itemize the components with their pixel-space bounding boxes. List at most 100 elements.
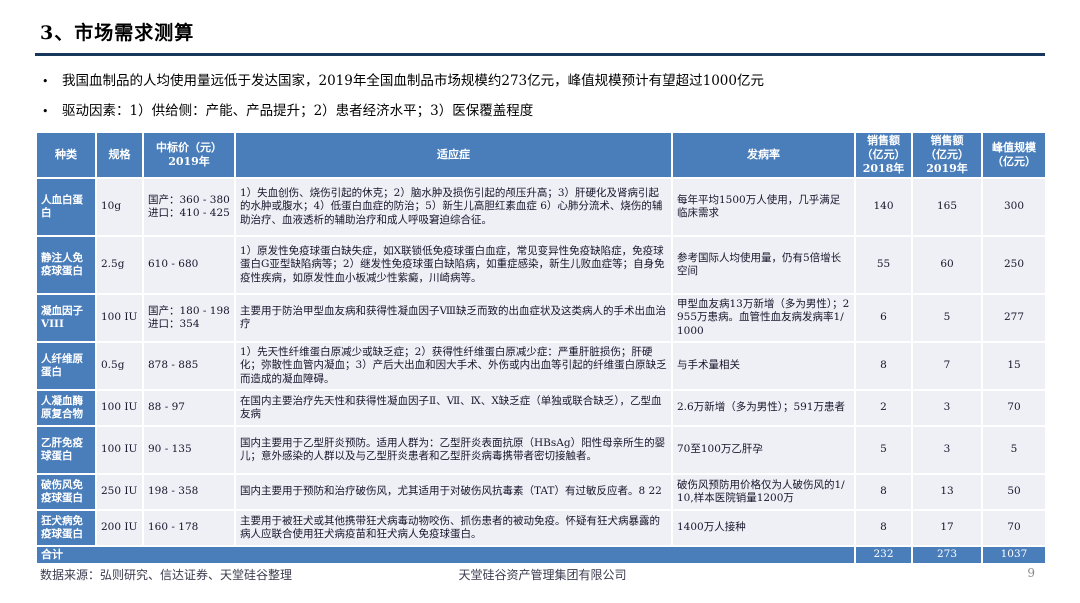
table-header-row: 种类 规格 中标价（元） 2019年 适应症 发病率 销售额 （亿元） 2018…	[36, 132, 1046, 178]
table-total-row: 合计 232 273 1037	[36, 546, 1046, 564]
cell-price: 88 - 97	[143, 390, 235, 426]
cell-incidence: 参考国际人均使用量，仍有5倍增长空间	[672, 236, 855, 294]
cell-sales-2019: 60	[912, 236, 982, 294]
company-name: 天堂硅谷资产管理集团有限公司	[458, 566, 626, 583]
col-header-spec: 规格	[96, 132, 143, 178]
cell-type: 凝血因子VIII	[36, 294, 96, 342]
cell-sales-2018: 140	[855, 178, 912, 236]
cell-incidence: 70至100万乙肝孕	[672, 426, 855, 474]
col-header-price: 中标价（元） 2019年	[143, 132, 235, 178]
cell-type: 人纤维原蛋白	[36, 342, 96, 390]
cell-sales-2019: 3	[912, 390, 982, 426]
bullet-marker-icon: •	[42, 102, 62, 122]
total-sales-2018: 232	[855, 546, 912, 564]
page-number: 9	[1027, 566, 1035, 580]
cell-peak: 15	[982, 342, 1046, 390]
col-header-incidence: 发病率	[672, 132, 855, 178]
cell-incidence: 破伤风预防用价格仅为人破伤风的1/10,样本医院销量1200万	[672, 474, 855, 510]
cell-peak: 70	[982, 390, 1046, 426]
cell-indication: 国内主要用于乙型肝炎预防。适用人群为：乙型肝炎表面抗原（HBsAg）阳性母亲所生…	[235, 426, 672, 474]
bullet-list: • 我国血制品的人均使用量远低于发达国家，2019年全国血制品市场规模约273亿…	[42, 72, 1042, 132]
cell-incidence: 与手术量相关	[672, 342, 855, 390]
cell-indication: 主要用于防治甲型血友病和获得性凝血因子Ⅷ缺乏而致的出血症状及这类病人的手术出血治…	[235, 294, 672, 342]
cell-indication: 主要用于被狂犬或其他携带狂犬病毒动物咬伤、抓伤患者的被动免疫。怀疑有狂犬病暴露的…	[235, 510, 672, 546]
slide: 3、市场需求测算 • 我国血制品的人均使用量远低于发达国家，2019年全国血制品…	[0, 0, 1080, 603]
data-source-note: 数据来源：弘则研究、信达证券、天堂硅谷整理	[40, 566, 292, 583]
bullet-marker-icon: •	[42, 72, 62, 92]
cell-type: 乙肝免疫球蛋白	[36, 426, 96, 474]
cell-peak: 250	[982, 236, 1046, 294]
cell-sales-2019: 7	[912, 342, 982, 390]
col-header-type: 种类	[36, 132, 96, 178]
bullet-text: 驱动因素：1）供给侧：产能、产品提升；2）患者经济水平；3）医保覆盖程度	[62, 102, 533, 122]
cell-price: 国产：180 - 198 进口：354	[143, 294, 235, 342]
cell-price: 198 - 358	[143, 474, 235, 510]
cell-price: 160 - 178	[143, 510, 235, 546]
cell-sales-2018: 5	[855, 426, 912, 474]
bullet-item: • 我国血制品的人均使用量远低于发达国家，2019年全国血制品市场规模约273亿…	[42, 72, 1042, 92]
table-row: 凝血因子VIII 100 IU 国产：180 - 198 进口：354 主要用于…	[36, 294, 1046, 342]
cell-spec: 100 IU	[96, 390, 143, 426]
total-sales-2019: 273	[912, 546, 982, 564]
cell-price: 90 - 135	[143, 426, 235, 474]
col-header-indication: 适应症	[235, 132, 672, 178]
table-row: 静注人免疫球蛋白 2.5g 610 - 680 1）原发性免疫球蛋白缺失症，如X…	[36, 236, 1046, 294]
cell-sales-2019: 13	[912, 474, 982, 510]
cell-spec: 10g	[96, 178, 143, 236]
cell-spec: 100 IU	[96, 294, 143, 342]
cell-peak: 277	[982, 294, 1046, 342]
table-row: 狂犬病免疫球蛋白 200 IU 160 - 178 主要用于被狂犬或其他携带狂犬…	[36, 510, 1046, 546]
cell-incidence: 2.6万新增（多为男性）；591万患者	[672, 390, 855, 426]
cell-indication: 1）先天性纤维蛋白原减少或缺乏症；2）获得性纤维蛋白原减少症：严重肝脏损伤；肝硬…	[235, 342, 672, 390]
cell-spec: 100 IU	[96, 426, 143, 474]
col-header-sales-2018: 销售额 （亿元） 2018年	[855, 132, 912, 178]
cell-peak: 50	[982, 474, 1046, 510]
cell-indication: 国内主要用于预防和治疗破伤风，尤其适用于对破伤风抗毒素（TAT）有过敏反应者。8…	[235, 474, 672, 510]
total-peak: 1037	[982, 546, 1046, 564]
cell-indication: 1）失血创伤、烧伤引起的休克；2）脑水肿及损伤引起的颅压升高；3）肝硬化及肾病引…	[235, 178, 672, 236]
cell-price: 国产：360 - 380 进口：410 - 425	[143, 178, 235, 236]
cell-type: 人凝血酶原复合物	[36, 390, 96, 426]
table-row: 乙肝免疫球蛋白 100 IU 90 - 135 国内主要用于乙型肝炎预防。适用人…	[36, 426, 1046, 474]
cell-spec: 250 IU	[96, 474, 143, 510]
blood-products-table: 种类 规格 中标价（元） 2019年 适应症 发病率 销售额 （亿元） 2018…	[35, 131, 1047, 565]
bullet-text: 我国血制品的人均使用量远低于发达国家，2019年全国血制品市场规模约273亿元，…	[62, 72, 764, 92]
cell-spec: 200 IU	[96, 510, 143, 546]
cell-peak: 70	[982, 510, 1046, 546]
cell-sales-2018: 8	[855, 342, 912, 390]
cell-sales-2018: 8	[855, 474, 912, 510]
cell-spec: 0.5g	[96, 342, 143, 390]
cell-sales-2018: 6	[855, 294, 912, 342]
title-divider	[35, 53, 1045, 56]
cell-incidence: 甲型血友病13万新增（多为男性）；2955万患病。血管性血友病发病率1/1000	[672, 294, 855, 342]
table-row: 人凝血酶原复合物 100 IU 88 - 97 在国内主要治疗先天性和获得性凝血…	[36, 390, 1046, 426]
page-title: 3、市场需求测算	[40, 18, 194, 45]
cell-sales-2018: 8	[855, 510, 912, 546]
col-header-peak: 峰值规模 （亿元）	[982, 132, 1046, 178]
table-row: 人血白蛋白 10g 国产：360 - 380 进口：410 - 425 1）失血…	[36, 178, 1046, 236]
cell-type: 破伤风免疫球蛋白	[36, 474, 96, 510]
cell-price: 610 - 680	[143, 236, 235, 294]
cell-incidence: 每年平均1500万人使用，几乎满足临床需求	[672, 178, 855, 236]
col-header-sales-2019: 销售额 （亿元） 2019年	[912, 132, 982, 178]
total-label: 合计	[36, 546, 855, 564]
table-row: 破伤风免疫球蛋白 250 IU 198 - 358 国内主要用于预防和治疗破伤风…	[36, 474, 1046, 510]
cell-sales-2018: 2	[855, 390, 912, 426]
cell-sales-2019: 3	[912, 426, 982, 474]
cell-type: 狂犬病免疫球蛋白	[36, 510, 96, 546]
cell-sales-2019: 17	[912, 510, 982, 546]
cell-sales-2019: 5	[912, 294, 982, 342]
table-row: 人纤维原蛋白 0.5g 878 - 885 1）先天性纤维蛋白原减少或缺乏症；2…	[36, 342, 1046, 390]
cell-sales-2018: 55	[855, 236, 912, 294]
cell-peak: 5	[982, 426, 1046, 474]
cell-indication: 1）原发性免疫球蛋白缺失症，如X联锁低免疫球蛋白血症，常见变异性免疫缺陷症，免疫…	[235, 236, 672, 294]
cell-peak: 300	[982, 178, 1046, 236]
cell-sales-2019: 165	[912, 178, 982, 236]
cell-type: 静注人免疫球蛋白	[36, 236, 96, 294]
cell-indication: 在国内主要治疗先天性和获得性凝血因子Ⅱ、Ⅶ、Ⅸ、Ⅹ缺乏症（单独或联合缺乏），乙型…	[235, 390, 672, 426]
cell-type: 人血白蛋白	[36, 178, 96, 236]
bullet-item: • 驱动因素：1）供给侧：产能、产品提升；2）患者经济水平；3）医保覆盖程度	[42, 102, 1042, 122]
cell-spec: 2.5g	[96, 236, 143, 294]
cell-incidence: 1400万人接种	[672, 510, 855, 546]
cell-price: 878 - 885	[143, 342, 235, 390]
